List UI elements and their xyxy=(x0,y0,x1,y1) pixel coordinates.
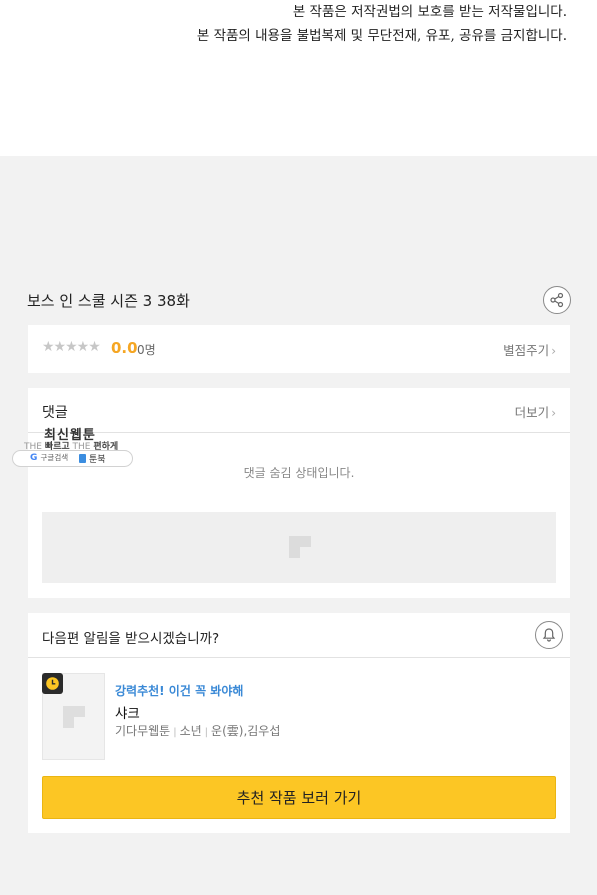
meta-separator: | xyxy=(173,727,177,738)
meta-category: 기다무웹툰 xyxy=(115,724,171,738)
meta-genre: 소년 xyxy=(179,724,202,738)
notify-bell-button[interactable] xyxy=(535,621,563,649)
clock-icon xyxy=(46,677,59,690)
recommend-tag: 강력추천! 이건 꼭 봐야해 xyxy=(115,684,244,698)
image-placeholder-icon xyxy=(289,536,311,558)
notify-card: 다음편 알림을 받으시겠습니까? 강력추천! 이건 꼭 봐야해 샤크 기다무웹툰… xyxy=(28,613,570,833)
episode-title: 보스 인 스쿨 시즌 3 38화 xyxy=(27,292,190,310)
copyright-line-1: 본 작품은 저작권법의 보호를 받는 저작물입니다. xyxy=(292,4,567,20)
chevron-right-icon: › xyxy=(551,406,556,420)
more-label: 더보기 xyxy=(514,405,550,420)
site-promo-badge[interactable]: 최신웹툰 THE 빠르고 THE 편하게 G 구글검색 툰북 xyxy=(12,424,134,470)
copyright-notice: 본 작품은 저작권법의 보호를 받는 저작물입니다. 본 작품의 내용을 불법복… xyxy=(0,0,597,156)
share-icon xyxy=(550,292,564,308)
comments-more-button[interactable]: 더보기 › xyxy=(515,402,556,421)
google-search-link[interactable]: G 구글검색 xyxy=(30,452,68,463)
star-icon: ★★★★★ xyxy=(42,339,101,355)
rating-card: ★★★★★ 0.0 0명 별점주기 › xyxy=(28,325,570,373)
divider xyxy=(28,657,570,658)
wait-free-badge xyxy=(42,673,63,694)
bell-icon xyxy=(542,628,556,642)
toonbook-link[interactable]: 툰북 xyxy=(79,452,106,465)
share-button[interactable] xyxy=(543,286,571,314)
copyright-line-2: 본 작품의 내용을 불법복제 및 무단전재, 유포, 공유를 금지합니다. xyxy=(196,28,567,44)
image-placeholder-icon xyxy=(63,706,85,728)
comments-card: 댓글 더보기 › 댓글 숨김 상태입니다. xyxy=(28,388,570,598)
meta-separator: | xyxy=(204,727,209,738)
recommend-title[interactable]: 샤크 xyxy=(115,702,140,722)
rate-label: 별점주기 xyxy=(503,343,550,358)
recommend-meta: 기다무웹툰 | 소년 | 운(雲),김우섭 xyxy=(115,722,280,739)
toonbook-label: 툰북 xyxy=(89,455,106,465)
notify-question: 다음편 알림을 받으시겠습니까? xyxy=(42,631,220,647)
recommend-cta-button[interactable]: 추천 작품 보러 가기 xyxy=(42,776,556,819)
rate-button[interactable]: 별점주기 › xyxy=(503,340,556,359)
google-label: 구글검색 xyxy=(40,453,69,462)
chevron-right-icon: › xyxy=(551,344,556,358)
rating-score: 0.0 xyxy=(111,339,138,357)
rating-count: 0명 xyxy=(137,343,156,357)
meta-authors: 운(雲),김우섭 xyxy=(211,724,281,738)
comments-header: 댓글 xyxy=(42,405,68,421)
ad-placeholder[interactable] xyxy=(42,512,556,583)
book-icon xyxy=(79,454,86,463)
